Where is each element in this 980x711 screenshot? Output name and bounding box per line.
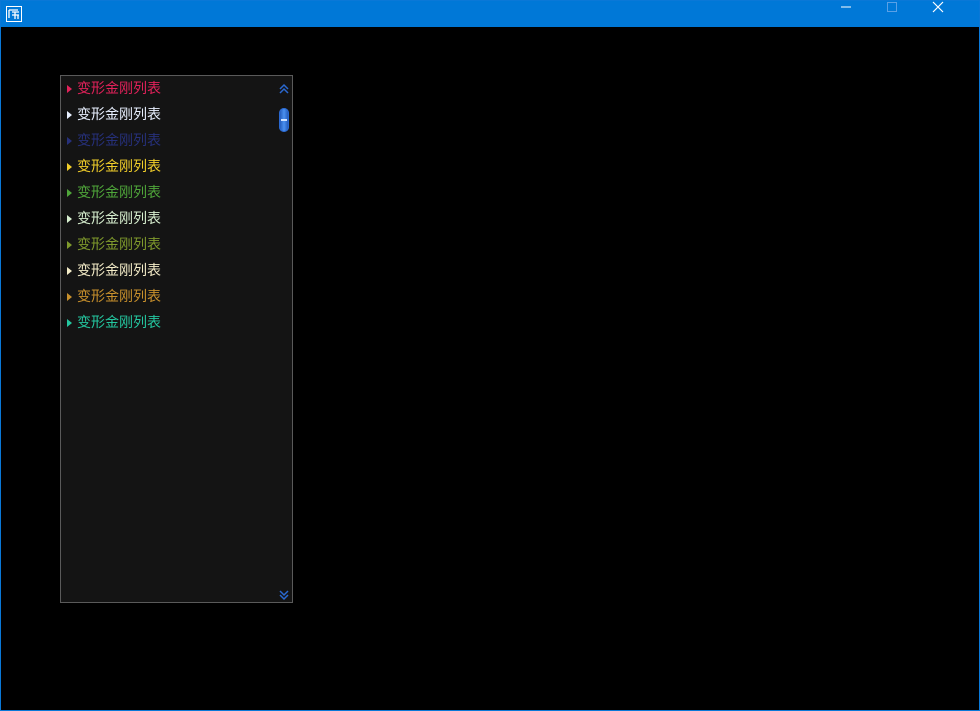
expand-arrow-icon[interactable] — [67, 85, 72, 93]
list-item-label: 变形金刚列表 — [77, 159, 161, 175]
list-item[interactable]: 变形金刚列表 — [61, 128, 277, 154]
list-item[interactable]: 变形金刚列表 — [61, 258, 277, 284]
expand-arrow-icon[interactable] — [67, 215, 72, 223]
app-logo-icon — [6, 6, 22, 22]
list-item-label: 变形金刚列表 — [77, 289, 161, 305]
list-item-label: 变形金刚列表 — [77, 315, 161, 331]
vertical-scrollbar[interactable] — [276, 76, 292, 602]
title-bar[interactable] — [1, 1, 979, 27]
list-item[interactable]: 变形金刚列表 — [61, 102, 277, 128]
minimize-button[interactable] — [840, 1, 886, 27]
app-window: 变形金刚列表 变形金刚列表 变形金刚列表 变形金刚列表 变形金刚列表 变形金刚列表 变形金刚… — [0, 0, 980, 711]
list-item-label: 变形金刚列表 — [77, 263, 161, 279]
maximize-button[interactable] — [886, 1, 932, 27]
expand-arrow-icon[interactable] — [67, 267, 72, 275]
close-button[interactable] — [932, 1, 978, 27]
list-item-label: 变形金刚列表 — [77, 211, 161, 227]
expand-arrow-icon[interactable] — [67, 293, 72, 301]
list-item[interactable]: 变形金刚列表 — [61, 154, 277, 180]
list-item[interactable]: 变形金刚列表 — [61, 232, 277, 258]
expand-arrow-icon[interactable] — [67, 189, 72, 197]
expand-arrow-icon[interactable] — [67, 319, 72, 327]
list-item-label: 变形金刚列表 — [77, 107, 161, 123]
list-item[interactable]: 变形金刚列表 — [61, 206, 277, 232]
list-item[interactable]: 变形金刚列表 — [61, 310, 277, 336]
transformers-listbox[interactable]: 变形金刚列表 变形金刚列表 变形金刚列表 变形金刚列表 变形金刚列表 变形金刚列表 变形金刚… — [60, 75, 293, 603]
client-area: 变形金刚列表 变形金刚列表 变形金刚列表 变形金刚列表 变形金刚列表 变形金刚列表 变形金刚… — [1, 27, 979, 710]
list-item-label: 变形金刚列表 — [77, 185, 161, 201]
list-items: 变形金刚列表 变形金刚列表 变形金刚列表 变形金刚列表 变形金刚列表 变形金刚列表 变形金刚… — [61, 76, 277, 336]
double-chevron-up-icon[interactable] — [279, 80, 289, 94]
list-item-label: 变形金刚列表 — [77, 237, 161, 253]
list-item[interactable]: 变形金刚列表 — [61, 76, 277, 102]
list-item-label: 变形金刚列表 — [77, 133, 161, 149]
expand-arrow-icon[interactable] — [67, 241, 72, 249]
scrollbar-thumb[interactable] — [279, 108, 289, 132]
expand-arrow-icon[interactable] — [67, 163, 72, 171]
expand-arrow-icon[interactable] — [67, 137, 72, 145]
list-item[interactable]: 变形金刚列表 — [61, 180, 277, 206]
list-item-label: 变形金刚列表 — [77, 81, 161, 97]
list-item[interactable]: 变形金刚列表 — [61, 284, 277, 310]
expand-arrow-icon[interactable] — [67, 111, 72, 119]
double-chevron-down-icon[interactable] — [279, 586, 289, 601]
